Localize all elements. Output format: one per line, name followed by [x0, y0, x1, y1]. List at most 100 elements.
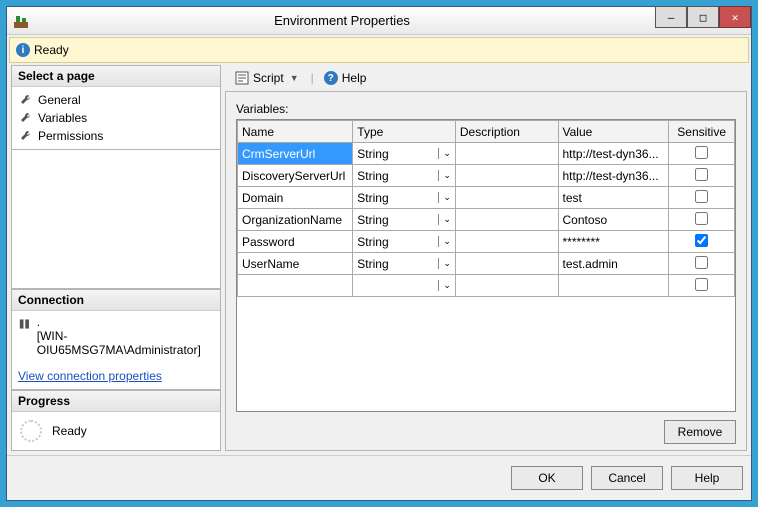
page-item-permissions[interactable]: Permissions: [18, 127, 214, 145]
script-icon: [235, 71, 249, 85]
cell-description[interactable]: [455, 231, 558, 253]
cell-name[interactable]: CrmServerUrl: [238, 143, 353, 165]
view-connection-link[interactable]: View connection properties: [12, 369, 220, 389]
sensitive-checkbox[interactable]: [695, 146, 708, 159]
help-icon: ?: [324, 71, 338, 85]
cell-description[interactable]: [455, 275, 558, 297]
table-row[interactable]: DiscoveryServerUrlString⌄ http://test-dyn…: [238, 165, 735, 187]
cell-description[interactable]: [455, 187, 558, 209]
cell-sensitive[interactable]: [669, 187, 735, 209]
close-button[interactable]: ✕: [719, 6, 751, 28]
chevron-down-icon[interactable]: ⌄: [438, 258, 455, 269]
table-row[interactable]: PasswordString⌄ ********: [238, 231, 735, 253]
cell-type[interactable]: String⌄: [353, 231, 456, 253]
chevron-down-icon[interactable]: ⌄: [438, 214, 455, 225]
maximize-button[interactable]: □: [687, 6, 719, 28]
minimize-button[interactable]: —: [655, 6, 687, 28]
info-icon: i: [16, 43, 30, 57]
table-row[interactable]: ⌄: [238, 275, 735, 297]
cell-name[interactable]: [238, 275, 353, 297]
cell-type[interactable]: String⌄: [353, 165, 456, 187]
chevron-down-icon[interactable]: ⌄: [438, 192, 455, 203]
sidebar-filler: [11, 150, 221, 289]
cell-sensitive[interactable]: [669, 275, 735, 297]
sensitive-checkbox[interactable]: [695, 190, 708, 203]
cell-sensitive[interactable]: [669, 253, 735, 275]
pages-list: General Variables Permissions: [12, 87, 220, 149]
cell-value[interactable]: ********: [558, 231, 669, 253]
sensitive-checkbox[interactable]: [695, 234, 708, 247]
help-label: Help: [342, 71, 367, 85]
variables-label: Variables:: [236, 102, 736, 116]
progress-body: Ready: [12, 412, 220, 450]
cell-value[interactable]: test: [558, 187, 669, 209]
cell-type[interactable]: String⌄: [353, 143, 456, 165]
remove-button[interactable]: Remove: [664, 420, 736, 444]
cell-name[interactable]: Password: [238, 231, 353, 253]
help-button[interactable]: ? Help: [320, 69, 371, 87]
chevron-down-icon[interactable]: ⌄: [438, 236, 455, 247]
titlebar[interactable]: Environment Properties — □ ✕: [7, 7, 751, 35]
script-button[interactable]: Script ▼: [231, 69, 305, 87]
table-header-row: Name Type Description Value Sensitive: [238, 121, 735, 143]
variables-grid[interactable]: Name Type Description Value Sensitive Cr…: [236, 119, 736, 412]
page-label: Variables: [38, 111, 87, 125]
cell-name[interactable]: Domain: [238, 187, 353, 209]
cell-value[interactable]: [558, 275, 669, 297]
cell-name[interactable]: DiscoveryServerUrl: [238, 165, 353, 187]
cell-value[interactable]: Contoso: [558, 209, 669, 231]
sensitive-checkbox[interactable]: [695, 212, 708, 225]
sensitive-checkbox[interactable]: [695, 168, 708, 181]
body: Select a page General Variables Permissi…: [7, 65, 751, 455]
table-row[interactable]: UserNameString⌄ test.admin: [238, 253, 735, 275]
cell-description[interactable]: [455, 143, 558, 165]
cell-name[interactable]: UserName: [238, 253, 353, 275]
chevron-down-icon[interactable]: ⌄: [438, 148, 455, 159]
progress-panel: Progress Ready: [11, 390, 221, 451]
connection-header: Connection: [12, 290, 220, 311]
cell-name[interactable]: OrganizationName: [238, 209, 353, 231]
table-row[interactable]: OrganizationNameString⌄ Contoso: [238, 209, 735, 231]
pages-panel: Select a page General Variables Permissi…: [11, 65, 221, 150]
sidebar: Select a page General Variables Permissi…: [11, 65, 221, 451]
cancel-button[interactable]: Cancel: [591, 466, 663, 490]
status-bar: i Ready: [9, 37, 749, 63]
window-title: Environment Properties: [29, 13, 655, 28]
table-row[interactable]: DomainString⌄ test: [238, 187, 735, 209]
wrench-icon: [20, 112, 32, 124]
cell-type[interactable]: String⌄: [353, 253, 456, 275]
cell-type[interactable]: ⌄: [353, 275, 456, 297]
page-item-variables[interactable]: Variables: [18, 109, 214, 127]
main-area: Script ▼ | ? Help Variables: Name: [225, 65, 747, 451]
script-label: Script: [253, 71, 284, 85]
page-item-general[interactable]: General: [18, 91, 214, 109]
sensitive-checkbox[interactable]: [695, 278, 708, 291]
col-value[interactable]: Value: [558, 121, 669, 143]
chevron-down-icon[interactable]: ⌄: [438, 280, 455, 291]
cell-value[interactable]: test.admin: [558, 253, 669, 275]
cell-sensitive[interactable]: [669, 165, 735, 187]
cell-description[interactable]: [455, 253, 558, 275]
col-name[interactable]: Name: [238, 121, 353, 143]
cell-description[interactable]: [455, 209, 558, 231]
col-description[interactable]: Description: [455, 121, 558, 143]
cell-value[interactable]: http://test-dyn36...: [558, 165, 669, 187]
col-type[interactable]: Type: [353, 121, 456, 143]
sensitive-checkbox[interactable]: [695, 256, 708, 269]
connection-server: .: [37, 315, 214, 329]
ok-button[interactable]: OK: [511, 466, 583, 490]
progress-header: Progress: [12, 391, 220, 412]
chevron-down-icon[interactable]: ⌄: [438, 170, 455, 181]
toolbar-sep: |: [311, 71, 314, 85]
cell-value[interactable]: http://test-dyn36...: [558, 143, 669, 165]
cell-sensitive[interactable]: [669, 209, 735, 231]
col-sensitive[interactable]: Sensitive: [669, 121, 735, 143]
cell-type[interactable]: String⌄: [353, 209, 456, 231]
cell-type[interactable]: String⌄: [353, 187, 456, 209]
table-row[interactable]: CrmServerUrlString⌄ http://test-dyn36...: [238, 143, 735, 165]
help-footer-button[interactable]: Help: [671, 466, 743, 490]
chevron-down-icon: ▼: [288, 73, 301, 83]
cell-sensitive[interactable]: [669, 231, 735, 253]
cell-description[interactable]: [455, 165, 558, 187]
cell-sensitive[interactable]: [669, 143, 735, 165]
